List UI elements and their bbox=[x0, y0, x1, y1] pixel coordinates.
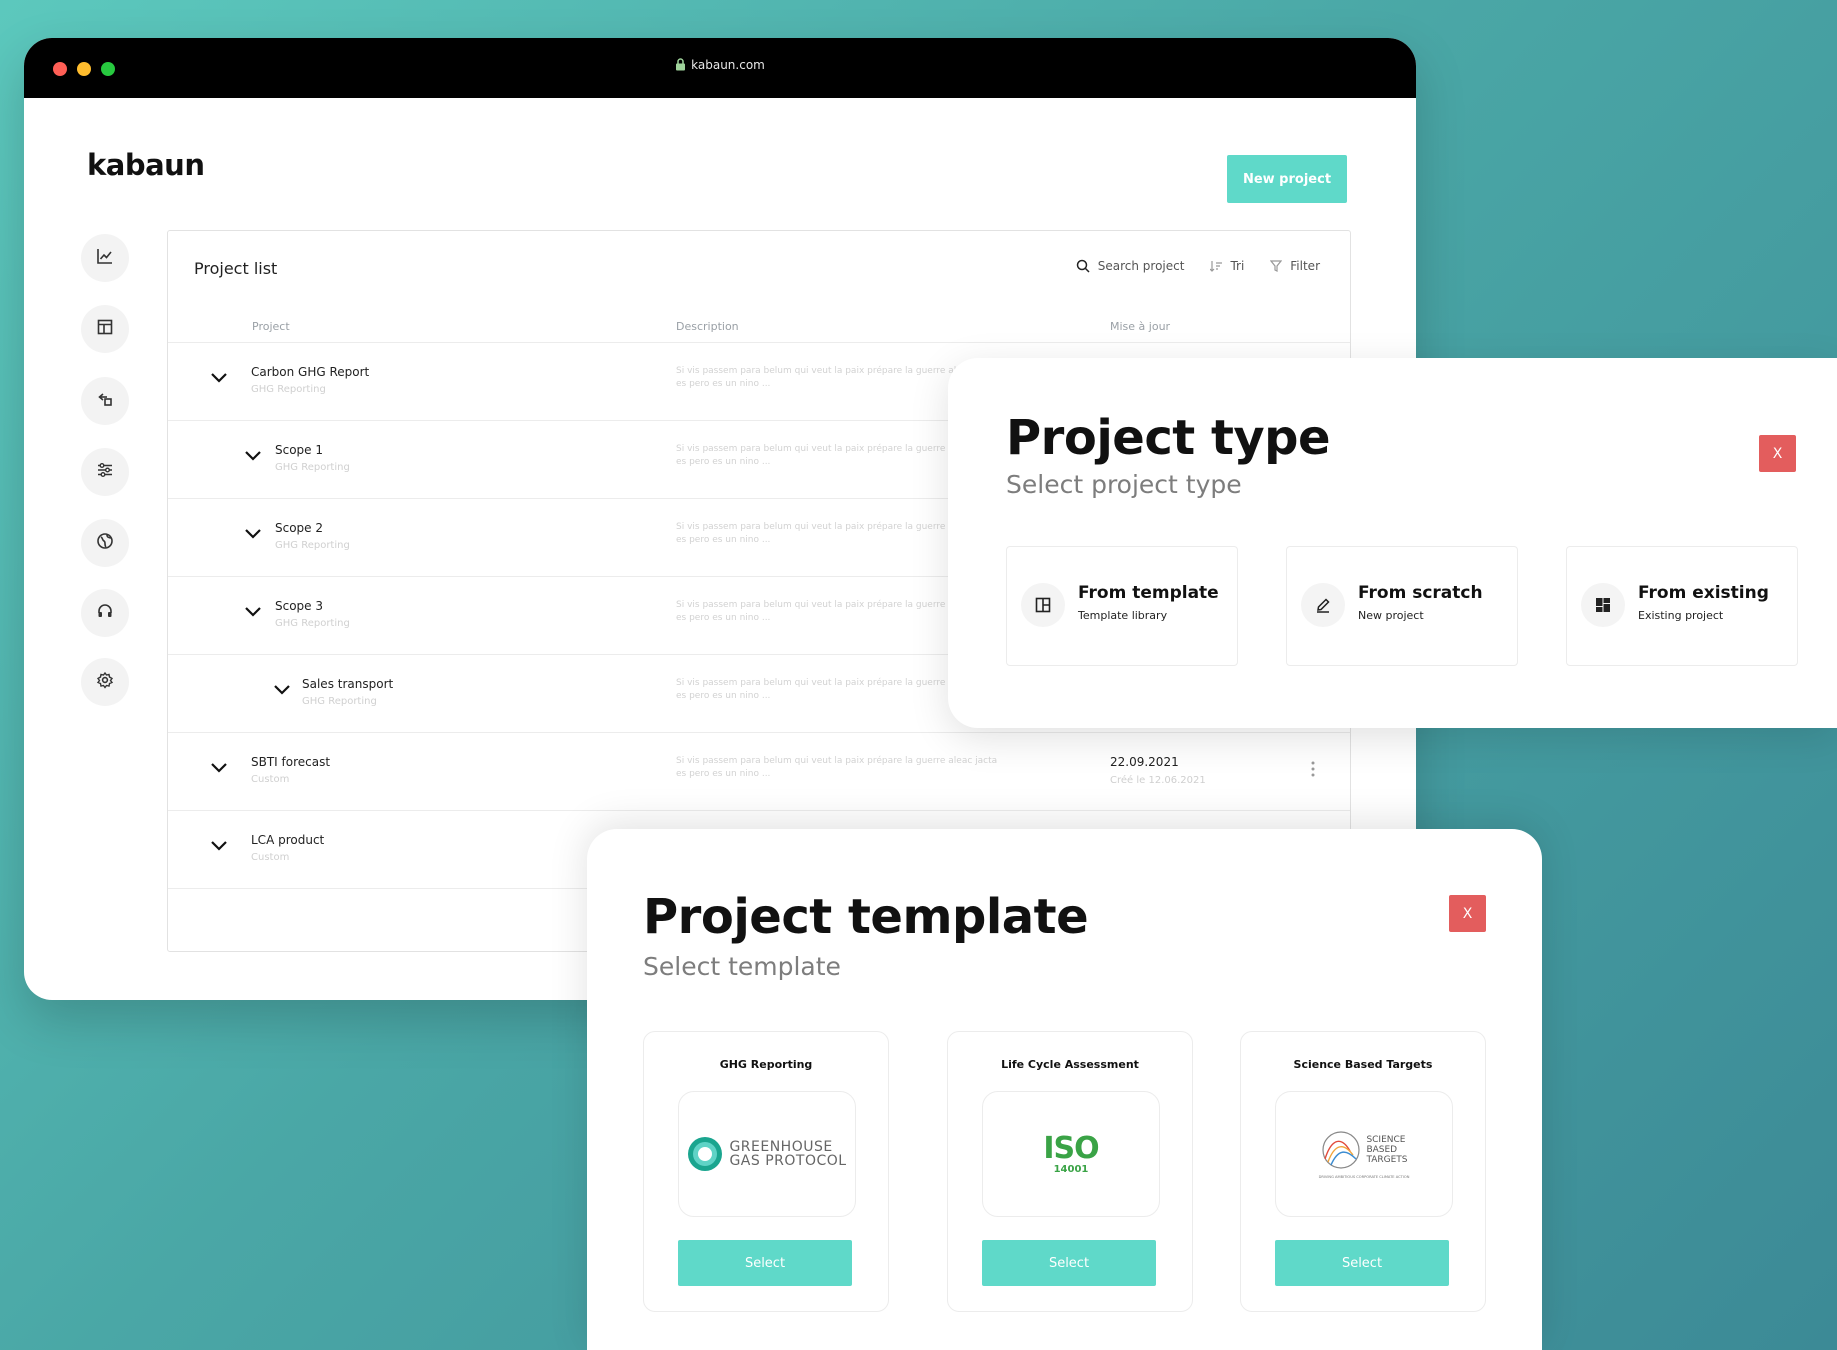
option-subtitle: Existing project bbox=[1638, 609, 1724, 622]
lock-icon bbox=[675, 58, 686, 74]
option-title: From existing bbox=[1638, 583, 1769, 603]
select-button[interactable]: Select bbox=[1275, 1240, 1449, 1286]
sort-label: Tri bbox=[1230, 259, 1245, 273]
search-placeholder: Search project bbox=[1097, 259, 1185, 273]
chevron-down-icon[interactable] bbox=[244, 525, 262, 544]
project-type-subtitle: Select project type bbox=[1006, 470, 1242, 499]
project-type: Custom bbox=[251, 852, 290, 863]
column-header-updated[interactable]: Mise à jour bbox=[1110, 320, 1170, 333]
project-name: Scope 2 bbox=[275, 521, 324, 535]
column-header-project[interactable]: Project bbox=[252, 320, 290, 333]
table-row[interactable]: SBTI forecast Custom Si vis passem para … bbox=[168, 732, 1350, 811]
sidebar-item-support[interactable] bbox=[81, 589, 129, 637]
sidebar-item-analytics[interactable] bbox=[81, 234, 129, 282]
logo-text: GREENHOUSE bbox=[729, 1139, 833, 1155]
sliders-icon bbox=[96, 461, 114, 483]
project-name: LCA product bbox=[251, 833, 325, 847]
pencil-icon bbox=[1301, 583, 1345, 627]
project-type: GHG Reporting bbox=[275, 462, 350, 473]
sidebar-item-layout[interactable] bbox=[81, 305, 129, 353]
chevron-down-icon[interactable] bbox=[244, 447, 262, 466]
sort-button[interactable]: Tri bbox=[1210, 259, 1244, 273]
project-name: Scope 1 bbox=[275, 443, 324, 457]
template-card-ghg[interactable]: GHG Reporting GREENHOUSE GAS PROTOCOL Se… bbox=[643, 1031, 889, 1312]
project-type: GHG Reporting bbox=[275, 540, 350, 551]
filter-icon bbox=[1270, 260, 1283, 272]
filter-label: Filter bbox=[1290, 259, 1320, 273]
option-from-scratch[interactable]: From scratch New project bbox=[1286, 546, 1518, 666]
chevron-down-icon[interactable] bbox=[244, 603, 262, 622]
url-text: kabaun.com bbox=[691, 58, 765, 72]
select-button[interactable]: Select bbox=[678, 1240, 852, 1286]
filter-button[interactable]: Filter bbox=[1270, 259, 1320, 273]
project-type: Custom bbox=[251, 774, 290, 785]
column-header-description[interactable]: Description bbox=[676, 320, 739, 333]
logo-tagline: DRIVING AMBITIOUS CORPORATE CLIMATE ACTI… bbox=[1318, 1175, 1410, 1179]
project-updated-date: 22.09.2021 bbox=[1110, 755, 1179, 769]
app-logo: kabaun bbox=[87, 148, 205, 182]
option-subtitle: New project bbox=[1358, 609, 1424, 622]
new-project-button[interactable]: New project bbox=[1227, 155, 1347, 203]
project-type-modal: Project type Select project type X From … bbox=[948, 358, 1837, 728]
iso-14001-logo: ISO 14001 bbox=[982, 1091, 1160, 1217]
project-template-modal: Project template Select template X GHG R… bbox=[587, 829, 1542, 1350]
return-icon bbox=[96, 390, 114, 412]
project-name: SBTI forecast bbox=[251, 755, 331, 769]
gear-icon bbox=[96, 671, 114, 693]
sort-icon bbox=[1210, 260, 1223, 272]
project-name: Sales transport bbox=[302, 677, 394, 691]
option-title: From template bbox=[1078, 583, 1219, 603]
project-description: Si vis passem para belum qui veut la pai… bbox=[676, 756, 998, 779]
sidebar-item-settings[interactable] bbox=[81, 658, 129, 706]
chevron-down-icon[interactable] bbox=[273, 681, 291, 700]
headset-icon bbox=[96, 602, 114, 624]
project-type: GHG Reporting bbox=[302, 696, 377, 707]
close-button[interactable]: X bbox=[1449, 895, 1486, 932]
select-button[interactable]: Select bbox=[982, 1240, 1156, 1286]
list-toolbar: Search project Tri Filter bbox=[1076, 259, 1320, 273]
browser-titlebar: kabaun.com bbox=[24, 38, 1416, 98]
logo-text: SCIENCE bbox=[1366, 1135, 1406, 1145]
sidebar-item-settings-sliders[interactable] bbox=[81, 448, 129, 496]
chart-icon bbox=[96, 247, 114, 269]
grid-icon bbox=[1581, 583, 1625, 627]
project-type: GHG Reporting bbox=[275, 618, 350, 629]
project-name: Scope 3 bbox=[275, 599, 324, 613]
logo-text: BASED bbox=[1366, 1145, 1398, 1155]
globe-icon bbox=[96, 532, 114, 554]
science-based-targets-logo: SCIENCE BASED TARGETS DRIVING AMBITIOUS … bbox=[1275, 1091, 1453, 1217]
template-icon bbox=[1021, 583, 1065, 627]
close-button[interactable]: X bbox=[1759, 435, 1796, 472]
project-template-subtitle: Select template bbox=[643, 952, 841, 981]
template-title: Life Cycle Assessment bbox=[1001, 1058, 1139, 1071]
search-icon bbox=[1076, 259, 1090, 273]
project-created-date: Créé le 12.06.2021 bbox=[1110, 775, 1206, 786]
option-from-existing[interactable]: From existing Existing project bbox=[1566, 546, 1798, 666]
project-type: GHG Reporting bbox=[251, 384, 326, 395]
option-from-template[interactable]: From template Template library bbox=[1006, 546, 1238, 666]
search-box[interactable]: Search project bbox=[1076, 259, 1185, 273]
chevron-down-icon[interactable] bbox=[210, 759, 228, 778]
ghg-protocol-logo: GREENHOUSE GAS PROTOCOL bbox=[678, 1091, 856, 1217]
option-subtitle: Template library bbox=[1078, 609, 1168, 622]
chevron-down-icon[interactable] bbox=[210, 369, 228, 388]
template-title: Science Based Targets bbox=[1293, 1058, 1433, 1071]
sidebar-item-globe[interactable] bbox=[81, 519, 129, 567]
logo-text: ISO bbox=[1043, 1130, 1099, 1166]
template-card-lca[interactable]: Life Cycle Assessment ISO 14001 Select bbox=[947, 1031, 1193, 1312]
project-list-title: Project list bbox=[194, 259, 278, 278]
logo-text: GAS PROTOCOL bbox=[729, 1153, 847, 1169]
address-bar[interactable]: kabaun.com bbox=[24, 58, 1416, 74]
template-title: GHG Reporting bbox=[719, 1058, 813, 1071]
option-title: From scratch bbox=[1358, 583, 1483, 603]
layout-icon bbox=[96, 318, 114, 340]
chevron-down-icon[interactable] bbox=[210, 837, 228, 856]
more-options-icon[interactable] bbox=[1311, 761, 1315, 781]
project-type-title: Project type bbox=[1006, 410, 1331, 466]
sidebar-item-return[interactable] bbox=[81, 377, 129, 425]
logo-text: TARGETS bbox=[1366, 1155, 1408, 1165]
project-template-title: Project template bbox=[643, 889, 1089, 945]
project-name: Carbon GHG Report bbox=[251, 365, 370, 379]
template-card-sbt[interactable]: Science Based Targets SCIENCE BASED TARG… bbox=[1240, 1031, 1486, 1312]
